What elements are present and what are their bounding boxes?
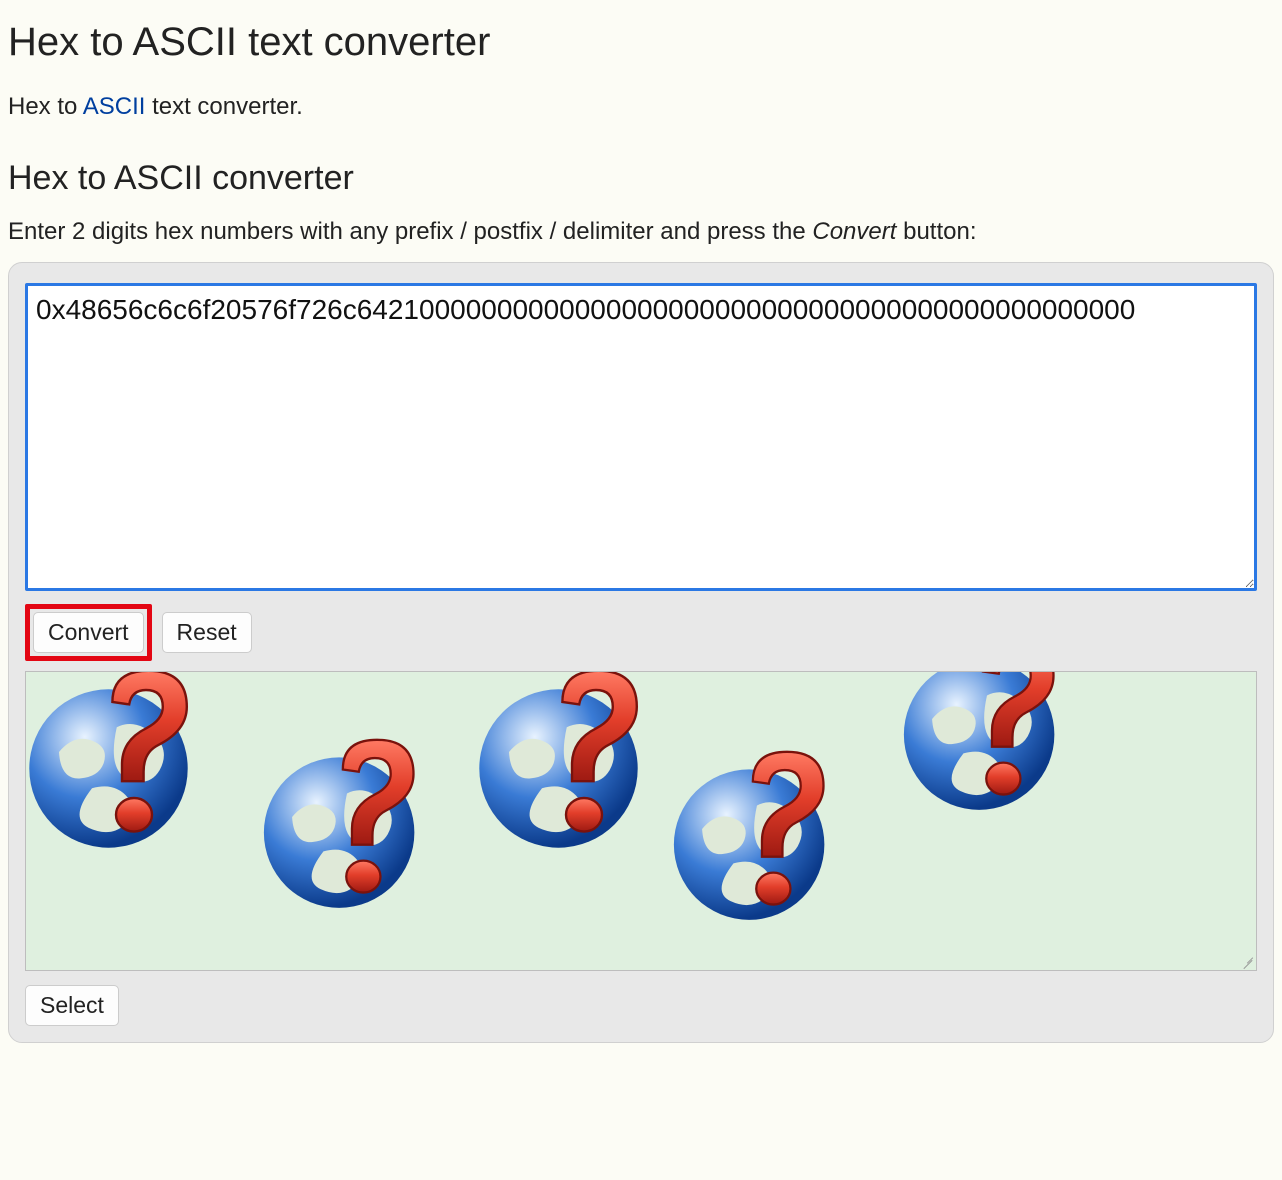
select-row: Select [25,985,1257,1026]
page-title: Hex to ASCII text converter [8,20,1274,65]
globe-question-icon [476,671,666,876]
select-button[interactable]: Select [25,985,119,1026]
intro-pre: Hex to [8,93,83,120]
section-title: Hex to ASCII converter [8,159,1274,198]
globe-question-icon [26,671,216,876]
reset-button[interactable]: Reset [162,612,252,653]
button-row: Convert Reset [25,604,1257,661]
instruction-text: Enter 2 digits hex numbers with any pref… [8,218,1274,246]
output-area [25,671,1257,971]
globe-question-icon [901,671,1082,837]
resize-handle-icon[interactable] [1240,954,1254,968]
intro-text: Hex to ASCII text converter. [8,93,1274,121]
instruction-em: Convert [812,218,896,245]
convert-button[interactable]: Convert [33,612,144,653]
instruction-post: button: [896,218,976,245]
globe-question-icon [261,735,442,935]
convert-highlight: Convert [25,604,152,661]
instruction-pre: Enter 2 digits hex numbers with any pref… [8,218,812,245]
intro-post: text converter. [145,93,302,120]
ascii-link[interactable]: ASCII [83,93,146,120]
converter-panel: Convert Reset [8,262,1274,1043]
globe-question-icon [671,747,852,947]
hex-input[interactable] [25,283,1257,591]
